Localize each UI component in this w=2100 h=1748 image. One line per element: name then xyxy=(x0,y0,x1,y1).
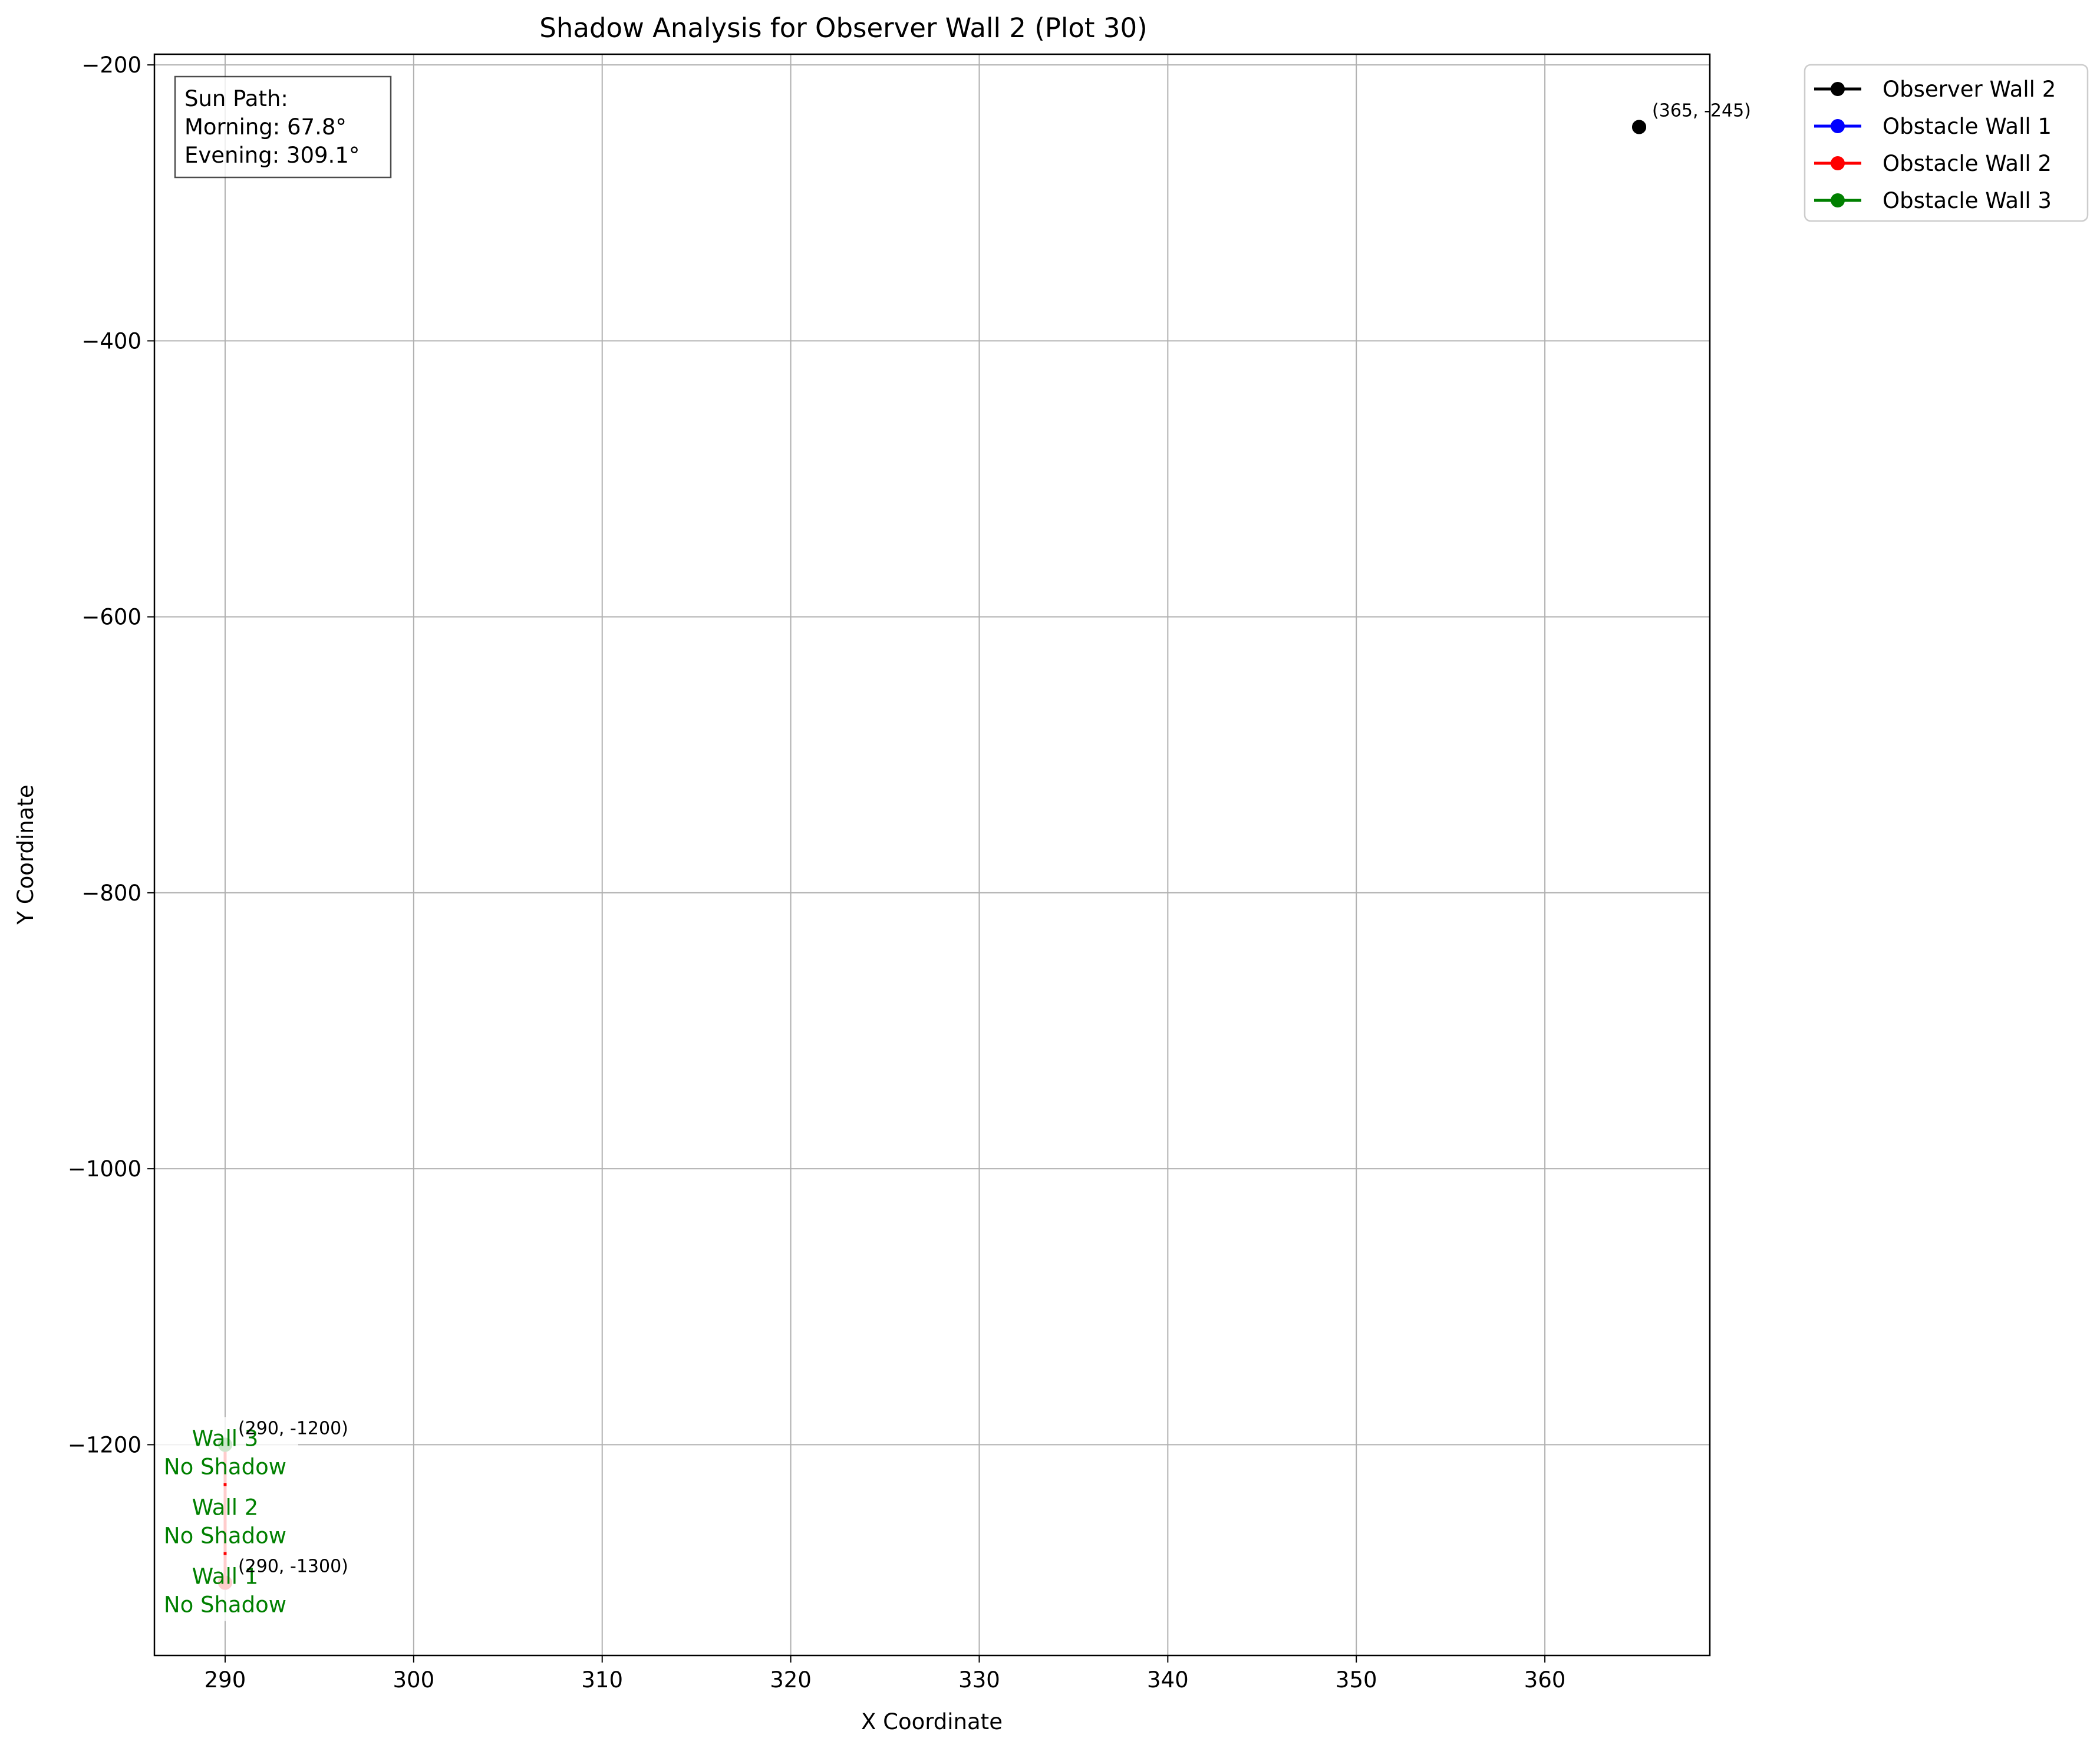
legend: Observer Wall 2 Obstacle Wall 1 Obstacle W… xyxy=(1804,64,2089,222)
legend-swatch-marker xyxy=(1831,193,1845,207)
legend-entry-label: Obstacle Wall 3 xyxy=(1883,188,2052,213)
x-tick-label: 350 xyxy=(1336,1667,1377,1693)
wall-label-layer: Wall 3No ShadowWall 2No ShadowWall 1No S… xyxy=(151,1417,298,1621)
x-tick-label: 330 xyxy=(958,1667,1000,1693)
shadow-analysis-chart: Shadow Analysis for Observer Wall 2 (Plo… xyxy=(0,0,2100,1748)
x-tick-label: 300 xyxy=(393,1667,435,1693)
wall-label-status: No Shadow xyxy=(164,1523,286,1548)
y-tick-label: −400 xyxy=(81,328,141,354)
x-tick-label: 360 xyxy=(1524,1667,1566,1693)
x-tick-label: 340 xyxy=(1147,1667,1189,1693)
x-tick-label: 320 xyxy=(770,1667,812,1693)
legend-swatch-marker xyxy=(1831,119,1845,133)
legend-swatch-marker xyxy=(1831,82,1845,96)
x-tick-label: 290 xyxy=(205,1667,246,1693)
y-tick-label: −1200 xyxy=(68,1432,141,1457)
sun-path-info-box: Sun Path: Morning: 67.8° Evening: 309.1° xyxy=(174,75,392,179)
legend-swatch-marker xyxy=(1831,156,1845,170)
point-coordinate-label: (365, -245) xyxy=(1652,101,1751,121)
info-box-line-1: Sun Path: xyxy=(184,86,288,111)
point-coordinate-label: (290, -1200) xyxy=(238,1418,348,1439)
wall-label-name: Wall 2 xyxy=(192,1495,259,1520)
chart-title: Shadow Analysis for Observer Wall 2 (Plo… xyxy=(539,12,1147,44)
series-point xyxy=(1632,120,1647,134)
x-tick-label: 310 xyxy=(581,1667,623,1693)
y-axis-label: Y Coordinate xyxy=(13,784,38,925)
legend-entry-label: Obstacle Wall 2 xyxy=(1883,151,2052,176)
info-box-line-2: Morning: 67.8° xyxy=(184,114,347,140)
plot-area xyxy=(154,54,1710,1655)
legend-entry-label: Observer Wall 2 xyxy=(1883,77,2056,102)
y-tick-label: −600 xyxy=(81,605,141,630)
y-tick-label: −800 xyxy=(81,880,141,906)
wall-label-status: No Shadow xyxy=(164,1592,286,1618)
x-axis-label: X Coordinate xyxy=(861,1709,1003,1734)
info-box-line-3: Evening: 309.1° xyxy=(184,143,360,168)
legend-entry-label: Obstacle Wall 1 xyxy=(1883,114,2052,139)
y-tick-label: −1000 xyxy=(68,1156,141,1182)
wall-label-status: No Shadow xyxy=(164,1454,286,1479)
y-tick-label: −200 xyxy=(81,52,141,78)
point-coordinate-label: (290, -1300) xyxy=(238,1556,348,1577)
